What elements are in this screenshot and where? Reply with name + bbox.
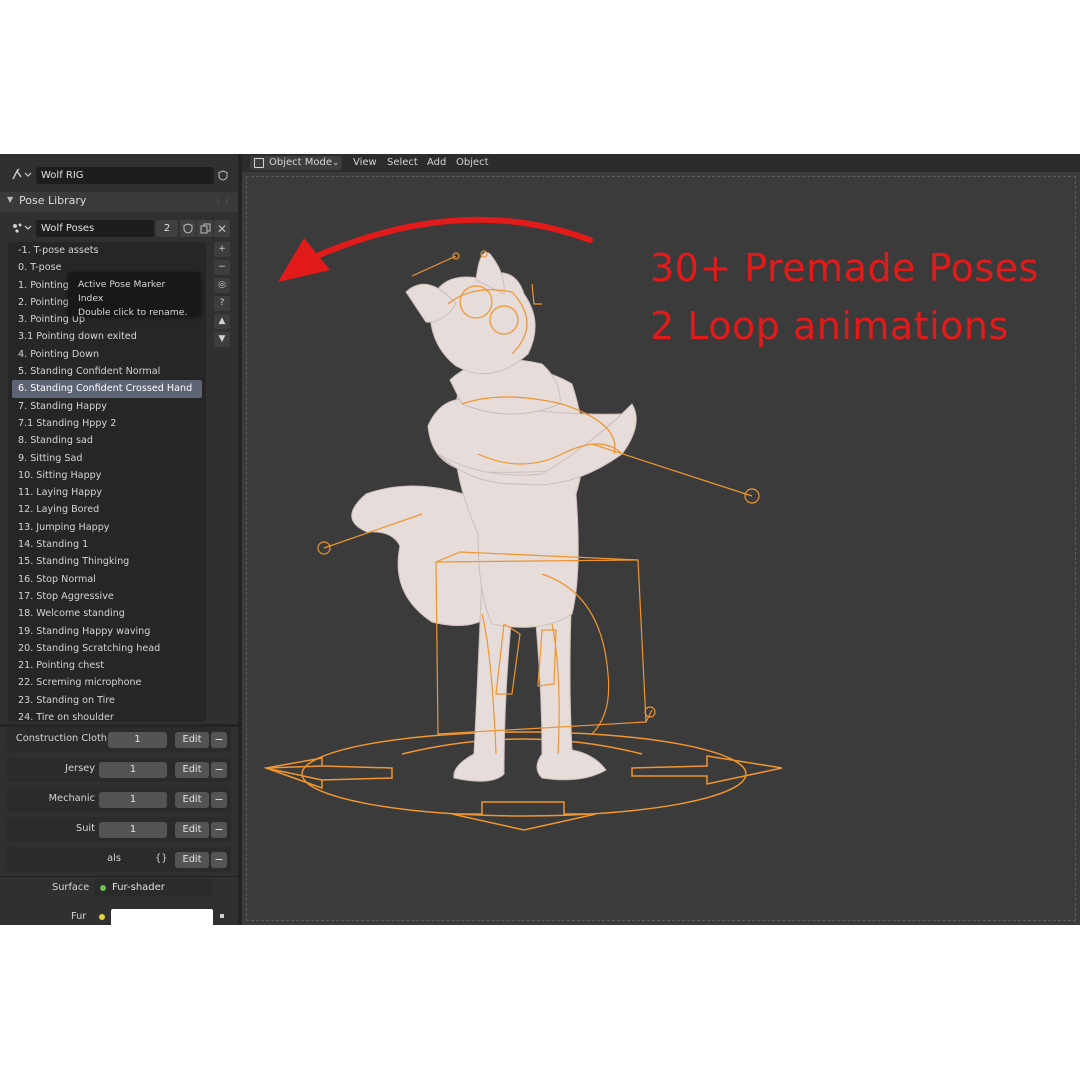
- property-dict-value: {}: [155, 853, 168, 864]
- pose-list-item[interactable]: 10. Sitting Happy: [8, 467, 206, 484]
- fake-user-shield-icon[interactable]: [180, 220, 196, 237]
- remove-property-button[interactable]: −: [211, 852, 227, 868]
- edit-property-button[interactable]: Edit: [175, 822, 209, 838]
- pose-marker-tooltip: Active Pose Marker Index Double click to…: [68, 272, 200, 318]
- pose-list-item[interactable]: 17. Stop Aggressive: [8, 588, 206, 605]
- fur-swatch-more-icon[interactable]: [220, 914, 224, 918]
- pose-list-item[interactable]: 11. Laying Happy: [8, 484, 206, 501]
- duplicate-icon[interactable]: [197, 220, 213, 237]
- pose-library-header[interactable]: ▼ Pose Library ⋮⋮: [0, 192, 238, 212]
- apply-pose-button[interactable]: ◎: [214, 278, 230, 293]
- root-control-rig: [263, 731, 783, 831]
- remove-property-button[interactable]: −: [211, 762, 227, 778]
- add-pose-button[interactable]: +: [214, 242, 230, 257]
- promo-text-line-1: 30+ Premade Poses: [650, 246, 1039, 290]
- pose-list-item[interactable]: 4. Pointing Down: [8, 346, 206, 363]
- rig-selector-row: Wolf RIG: [6, 166, 230, 184]
- property-label: als: [107, 853, 121, 864]
- pose-library-title: Pose Library: [19, 194, 87, 207]
- pose-list-item[interactable]: 5. Standing Confident Normal: [8, 363, 206, 380]
- pose-list-item[interactable]: 13. Jumping Happy: [8, 519, 206, 536]
- blender-window: Wolf RIG ▼ Pose Library ⋮⋮ Wolf Poses 2 …: [0, 154, 1080, 925]
- pose-list-item[interactable]: 22. Screming microphone: [8, 674, 206, 691]
- pose-list-item[interactable]: 14. Standing 1: [8, 536, 206, 553]
- property-row-suit: Suit 1 Edit −: [7, 817, 231, 842]
- surface-shader-field[interactable]: Fur-shader: [94, 879, 212, 896]
- panel-grip-icon[interactable]: ⋮⋮: [214, 196, 232, 205]
- armature-icon[interactable]: [8, 166, 34, 184]
- edit-property-button[interactable]: Edit: [175, 852, 209, 868]
- fur-label: Fur: [71, 911, 87, 922]
- edit-property-button[interactable]: Edit: [175, 792, 209, 808]
- pose-list-item[interactable]: 24. Tire on shoulder: [8, 709, 206, 722]
- user-count[interactable]: 2: [156, 220, 178, 237]
- property-value-field[interactable]: 1: [99, 822, 167, 838]
- sanitize-pose-button[interactable]: ?: [214, 296, 230, 311]
- remove-property-button[interactable]: −: [211, 732, 227, 748]
- collapse-triangle-icon[interactable]: ▼: [7, 195, 13, 204]
- fur-socket-dot: [99, 914, 105, 920]
- tooltip-line-2: Double click to rename.: [78, 307, 188, 318]
- pose-list-item[interactable]: 7. Standing Happy: [8, 398, 206, 415]
- section-divider: [0, 876, 238, 877]
- move-pose-up-button[interactable]: ▲: [214, 314, 230, 329]
- tooltip-line-1: Active Pose Marker Index: [78, 279, 166, 304]
- pose-list-item[interactable]: 3.1 Pointing down exited: [8, 328, 206, 345]
- pose-list-item[interactable]: 8. Standing sad: [8, 432, 206, 449]
- pose-list-item[interactable]: 18. Welcome standing: [8, 605, 206, 622]
- remove-property-button[interactable]: −: [211, 822, 227, 838]
- promo-text-line-2: 2 Loop animations: [650, 304, 1009, 348]
- pose-list-item[interactable]: 21. Pointing chest: [8, 657, 206, 674]
- pose-list-item[interactable]: -1. T-pose assets: [8, 242, 206, 259]
- property-value-field[interactable]: 1: [99, 762, 167, 778]
- pose-library-name-field[interactable]: Wolf Poses: [36, 220, 154, 237]
- pose-list-item[interactable]: 23. Standing on Tire: [8, 692, 206, 709]
- pose-list-item[interactable]: 6. Standing Confident Crossed Hand: [12, 380, 202, 398]
- surface-shader-name: Fur-shader: [112, 882, 165, 893]
- pose-list-item[interactable]: 15. Standing Thingking: [8, 553, 206, 570]
- pose-list-item[interactable]: 7.1 Standing Hppy 2: [8, 415, 206, 432]
- move-pose-down-button[interactable]: ▼: [214, 332, 230, 347]
- remove-pose-button[interactable]: −: [214, 260, 230, 275]
- material-surface-section: Surface Fur-shader Fur: [0, 876, 238, 925]
- pose-list-item[interactable]: 12. Laying Bored: [8, 501, 206, 518]
- unlink-close-icon[interactable]: ✕: [214, 220, 230, 237]
- edit-property-button[interactable]: Edit: [175, 762, 209, 778]
- remove-property-button[interactable]: −: [211, 792, 227, 808]
- edit-property-button[interactable]: Edit: [175, 732, 209, 748]
- red-arrow-graphic: [278, 216, 593, 282]
- property-value-field[interactable]: 1: [108, 732, 167, 748]
- action-browse-icon[interactable]: [8, 219, 34, 237]
- property-row-construction-cloth: Construction Cloth 1 Edit −: [7, 727, 231, 752]
- surface-socket-dot: [100, 885, 106, 891]
- properties-panel: Wolf RIG ▼ Pose Library ⋮⋮ Wolf Poses 2 …: [0, 154, 238, 925]
- fur-color-swatch[interactable]: [111, 909, 213, 925]
- property-row-mechanic: Mechanic 1 Edit −: [7, 787, 231, 812]
- property-label: Mechanic: [48, 793, 95, 804]
- pose-list-side-buttons: + − ◎ ? ▲ ▼: [214, 242, 232, 350]
- surface-label: Surface: [52, 882, 90, 893]
- pose-list-item[interactable]: 9. Sitting Sad: [8, 450, 206, 467]
- pose-list-item[interactable]: 16. Stop Normal: [8, 571, 206, 588]
- pose-library-selector-row: Wolf Poses 2 ✕: [6, 219, 232, 237]
- rig-name-field[interactable]: Wolf RIG: [36, 167, 214, 184]
- property-label: Construction Cloth: [15, 733, 107, 744]
- property-label: Jersey: [65, 763, 95, 774]
- property-row-jersey: Jersey 1 Edit −: [7, 757, 231, 782]
- pose-list-item[interactable]: 19. Standing Happy waving: [8, 623, 206, 640]
- fake-user-shield-icon[interactable]: [216, 167, 230, 184]
- property-label: Suit: [76, 823, 95, 834]
- property-row-als: als {} Edit −: [7, 847, 231, 872]
- property-value-field[interactable]: 1: [99, 792, 167, 808]
- 3d-viewport[interactable]: Object Mode ⌄ View Select Add Object 30+…: [242, 154, 1080, 925]
- pose-list-item[interactable]: 20. Standing Scratching head: [8, 640, 206, 657]
